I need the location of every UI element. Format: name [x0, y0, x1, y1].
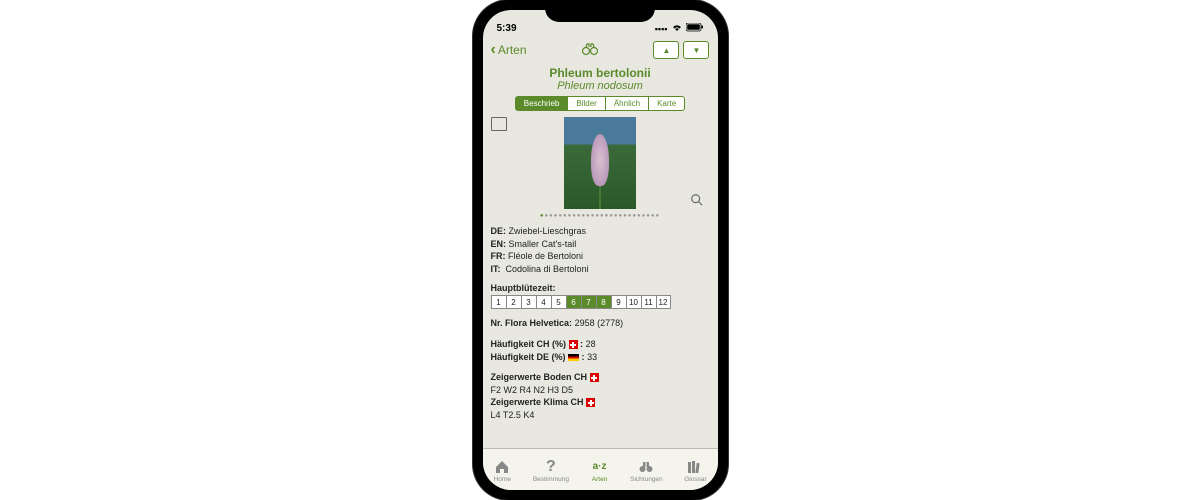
image-viewer — [491, 117, 710, 209]
status-indicators: ▪▪▪▪ — [655, 23, 704, 34]
freq-de-label: Häufigkeit DE (%) — [491, 352, 566, 362]
triangle-up-icon: ▲ — [663, 46, 671, 55]
chevron-left-icon: ‹ — [491, 41, 496, 59]
up-button[interactable]: ▲ — [653, 41, 679, 59]
soil-label: Zeigerwerte Boden CH — [491, 372, 588, 382]
fh-label: Nr. Flora Helvetica: — [491, 318, 573, 328]
content: Phleum bertolonii Phleum nodosum Beschri… — [483, 64, 718, 448]
month-8: 8 — [596, 295, 611, 309]
status-time: 5:39 — [497, 23, 517, 34]
soil-value: F2 W2 R4 N2 H3 D5 — [491, 384, 710, 397]
bloom-label: Hauptblütezeit: — [491, 283, 710, 293]
month-12: 12 — [656, 295, 671, 309]
common-names: DE: Zwiebel-Lieschgras EN: Smaller Cat's… — [491, 225, 710, 275]
image-pagination-dots[interactable]: ●●●●●●●●●●●●●●●●●●●●●●●●●● — [491, 213, 710, 219]
triangle-down-icon: ▼ — [693, 46, 701, 55]
label-it: IT: — [491, 264, 501, 274]
tabbar-label: Home — [494, 476, 511, 483]
home-icon — [493, 459, 511, 475]
climate-value: L4 T2.5 K4 — [491, 409, 710, 422]
month-1: 1 — [491, 295, 506, 309]
wifi-icon — [671, 23, 683, 34]
name-fr: Fléole de Bertoloni — [508, 251, 583, 261]
indicators-block: Zeigerwerte Boden CH F2 W2 R4 N2 H3 D5 Z… — [491, 371, 710, 421]
gallery-icon[interactable] — [493, 119, 507, 131]
month-3: 3 — [521, 295, 536, 309]
flag-ch-icon — [569, 340, 578, 349]
species-name-sub: Phleum nodosum — [491, 80, 710, 92]
month-5: 5 — [551, 295, 566, 309]
tabbar-item-bestimmung[interactable]: ?Bestimmung — [533, 459, 569, 483]
phone-notch — [545, 0, 655, 22]
frequency-block: Häufigkeit CH (%) : 28 Häufigkeit DE (%)… — [491, 338, 710, 363]
label-en: EN: — [491, 239, 507, 249]
freq-ch-value: 28 — [586, 339, 596, 349]
back-button[interactable]: ‹ Arten — [491, 41, 527, 59]
tabbar-label: Arten — [592, 476, 608, 483]
tabbar-label: Bestimmung — [533, 476, 569, 483]
freq-ch-label: Häufigkeit CH (%) — [491, 339, 567, 349]
magnify-icon[interactable] — [690, 193, 704, 207]
flag-ch-icon — [586, 398, 595, 407]
bloom-months: 123456789101112 — [491, 295, 710, 309]
month-11: 11 — [641, 295, 656, 309]
species-image[interactable] — [564, 117, 636, 209]
battery-icon — [686, 23, 704, 34]
fh-value: 2958 (2778) — [575, 318, 624, 328]
nav-arrows: ▲ ▼ — [653, 41, 709, 59]
tab-bar: Home?Bestimmunga·zArtenSichtungenGlossar — [483, 448, 718, 490]
az-icon: a·z — [591, 459, 609, 475]
tab-bilder[interactable]: Bilder — [568, 96, 605, 111]
flora-helvetica: Nr. Flora Helvetica: 2958 (2778) — [491, 317, 710, 330]
freq-de-value: 33 — [587, 352, 597, 362]
phone-frame: 5:39 ▪▪▪▪ ‹ Arten ▲ ▼ — [473, 0, 728, 500]
tabbar-label: Glossar — [684, 476, 706, 483]
tabbar-item-arten[interactable]: a·zArten — [591, 459, 609, 483]
name-it: Codolina di Bertoloni — [506, 264, 589, 274]
species-title: Phleum bertolonii Phleum nodosum — [491, 66, 710, 92]
down-button[interactable]: ▼ — [683, 41, 709, 59]
signal-icon: ▪▪▪▪ — [655, 24, 668, 34]
month-9: 9 — [611, 295, 626, 309]
flag-de-icon — [568, 354, 579, 361]
tabbar-item-home[interactable]: Home — [493, 459, 511, 483]
month-7: 7 — [581, 295, 596, 309]
tabbar-item-glossar[interactable]: Glossar — [684, 459, 706, 483]
tab-beschrieb[interactable]: Beschrieb — [515, 96, 569, 111]
name-de: Zwiebel-Lieschgras — [509, 226, 587, 236]
tabbar-item-sichtungen[interactable]: Sichtungen — [630, 459, 663, 483]
tab-karte[interactable]: Karte — [649, 96, 685, 111]
month-2: 2 — [506, 295, 521, 309]
question-icon: ? — [542, 459, 560, 475]
screen: 5:39 ▪▪▪▪ ‹ Arten ▲ ▼ — [483, 10, 718, 490]
flag-ch-icon — [590, 373, 599, 382]
segment-tabs: BeschriebBilderÄhnlichKarte — [491, 96, 710, 111]
month-6: 6 — [566, 295, 581, 309]
month-10: 10 — [626, 295, 641, 309]
month-4: 4 — [536, 295, 551, 309]
tabbar-label: Sichtungen — [630, 476, 663, 483]
binoculars-icon[interactable] — [581, 42, 599, 59]
nav-bar: ‹ Arten ▲ ▼ — [483, 36, 718, 64]
back-label: Arten — [498, 43, 527, 57]
label-fr: FR: — [491, 251, 506, 261]
name-en: Smaller Cat's-tail — [509, 239, 577, 249]
climate-label: Zeigerwerte Klima CH — [491, 397, 584, 407]
books-icon — [686, 459, 704, 475]
species-name-main: Phleum bertolonii — [491, 66, 710, 80]
label-de: DE: — [491, 226, 507, 236]
tab-ähnlich[interactable]: Ähnlich — [606, 96, 649, 111]
binoculars-icon — [637, 459, 655, 475]
